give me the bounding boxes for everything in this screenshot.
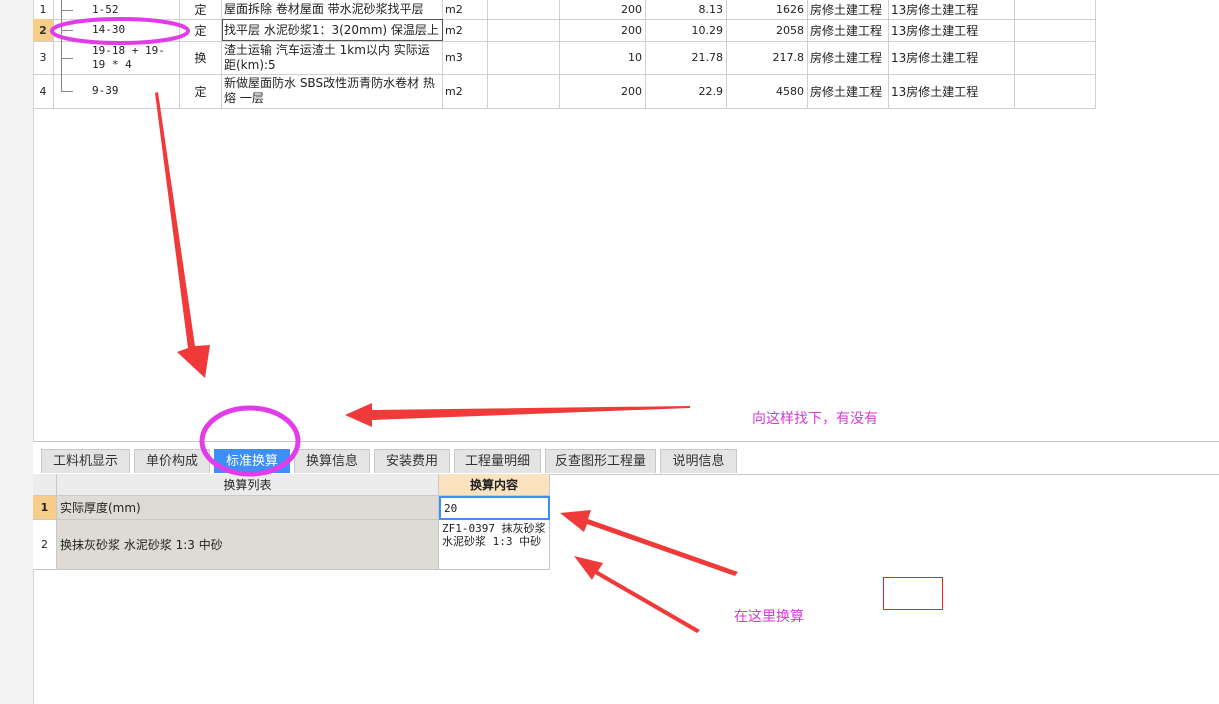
highlight-ellipse-tab [199, 405, 301, 477]
highlight-ellipse-code [50, 17, 190, 45]
annotation-overlay [50, 17, 738, 633]
arrow-down [155, 92, 210, 378]
arrow-left [345, 403, 690, 427]
arrow-to-mortar [574, 556, 700, 633]
